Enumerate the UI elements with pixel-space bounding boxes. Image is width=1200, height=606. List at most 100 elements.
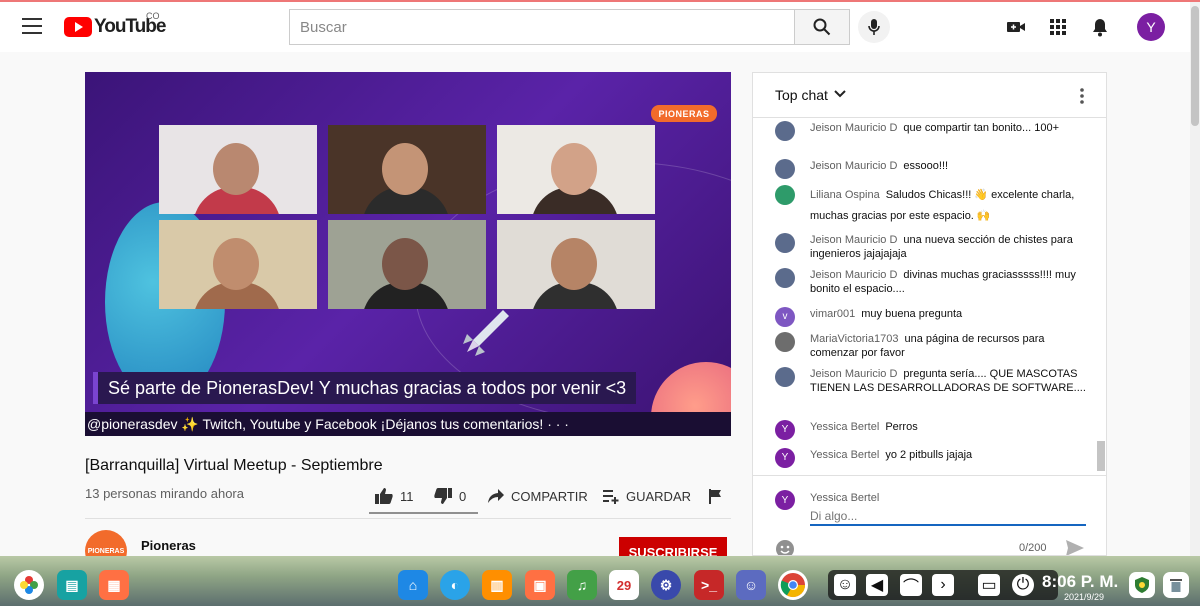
chat-message: Jeison Mauricio D que compartir tan bonit… bbox=[775, 121, 1095, 141]
user-avatar bbox=[775, 233, 795, 253]
chat-text: Perros bbox=[885, 421, 918, 433]
subscribe-button[interactable]: SUSCRIBIRSE bbox=[619, 537, 727, 557]
chat-author[interactable]: Yessica Bertel bbox=[810, 421, 879, 433]
chat-message: Jeison Mauricio Duna nueva sección de ch… bbox=[775, 233, 1095, 261]
search-icon bbox=[813, 18, 831, 36]
chat-author[interactable]: vimar001 bbox=[810, 308, 855, 320]
discord-icon[interactable]: ☺ bbox=[736, 570, 766, 600]
user-avatar bbox=[775, 268, 795, 288]
launcher-icon[interactable] bbox=[14, 570, 44, 600]
report-button[interactable] bbox=[707, 484, 723, 508]
send-icon[interactable] bbox=[1065, 539, 1085, 556]
chat-messages: Jeison Mauricio D que compartir tan bonit… bbox=[753, 119, 1106, 475]
rocket-icon bbox=[463, 310, 509, 356]
like-button[interactable]: 11 bbox=[374, 484, 414, 508]
wifi-icon[interactable]: ⌒ bbox=[900, 574, 922, 596]
shield-badge-icon[interactable] bbox=[1129, 572, 1155, 598]
search-input[interactable]: Buscar bbox=[289, 9, 795, 45]
chat-author[interactable]: Jeison Mauricio D bbox=[810, 160, 897, 172]
emoji-icon[interactable] bbox=[775, 539, 795, 556]
chrome-icon[interactable] bbox=[778, 570, 808, 600]
chrome-logo-icon bbox=[780, 573, 805, 598]
chat-message: Jeison Mauricio Dpregunta sería.... QUE … bbox=[775, 367, 1095, 395]
clock-time: 8:06 P. M. bbox=[1042, 572, 1119, 591]
chat-author[interactable]: MariaVictoria1703 bbox=[810, 333, 898, 345]
create-video-button[interactable] bbox=[1005, 16, 1027, 38]
calendar-icon[interactable]: 29 bbox=[609, 570, 639, 600]
chat-message: Jeison Mauricio Ddivinas muchas graciass… bbox=[775, 268, 1095, 296]
user-avatar bbox=[775, 367, 795, 387]
chat-author[interactable]: Jeison Mauricio D bbox=[810, 122, 897, 134]
chat-message-input[interactable] bbox=[810, 508, 1086, 526]
video-banner-text: Sé parte de PionerasDev! Y muchas gracia… bbox=[93, 372, 637, 404]
participant-tile bbox=[497, 125, 655, 214]
apps-grid-icon bbox=[1050, 19, 1066, 35]
multitask-view-icon[interactable]: ▤ bbox=[57, 570, 87, 600]
share-button[interactable]: COMPARTIR bbox=[487, 484, 588, 508]
system-tray: ☺ ◀ ⌒ › ▭ ⏻ bbox=[828, 570, 1058, 600]
power-icon[interactable]: ⏻ bbox=[1012, 574, 1034, 596]
bell-icon bbox=[1093, 19, 1107, 37]
app-store-grid-icon[interactable]: ▦ bbox=[99, 570, 129, 600]
youtube-logo[interactable]: YouTube CO bbox=[64, 11, 166, 38]
video-camera-icon bbox=[1007, 22, 1025, 32]
hamburger-menu-icon[interactable] bbox=[22, 18, 42, 34]
image-viewer-icon[interactable]: ▣ bbox=[525, 570, 555, 600]
chat-text: muy buena pregunta bbox=[861, 308, 963, 320]
live-chat-panel: Top chat Jeison Mauricio D que compartir … bbox=[752, 72, 1107, 556]
participant-tile bbox=[159, 125, 317, 214]
masthead: YouTube CO Buscar Y bbox=[0, 2, 1190, 52]
voice-search-button[interactable] bbox=[858, 11, 890, 43]
playlist-add-icon bbox=[603, 490, 619, 504]
settings-gear-icon[interactable]: ⚙ bbox=[651, 570, 681, 600]
chat-author[interactable]: Yessica Bertel bbox=[810, 449, 879, 461]
user-avatar bbox=[775, 121, 795, 141]
terminal-icon[interactable]: >_ bbox=[694, 570, 724, 600]
microphone-icon bbox=[868, 19, 880, 35]
chat-author[interactable]: Jeison Mauricio D bbox=[810, 368, 897, 380]
volume-icon[interactable]: ◀ bbox=[866, 574, 888, 596]
save-button[interactable]: GUARDAR bbox=[602, 484, 691, 508]
pioneras-badge: PIONERAS bbox=[651, 105, 717, 122]
tray-discord-icon[interactable]: ☺ bbox=[834, 574, 856, 596]
page-scrollbar-thumb[interactable] bbox=[1191, 6, 1199, 126]
flag-icon bbox=[709, 489, 721, 504]
more-options-icon[interactable] bbox=[1079, 87, 1085, 105]
user-avatar bbox=[775, 332, 795, 352]
music-icon[interactable]: ♫ bbox=[567, 570, 597, 600]
chevron-down-icon[interactable] bbox=[834, 89, 846, 99]
thumbs-down-icon bbox=[434, 488, 452, 504]
chat-header: Top chat bbox=[753, 73, 1106, 118]
country-code: CO bbox=[146, 11, 160, 21]
tray-expand-icon[interactable]: › bbox=[932, 574, 954, 596]
chat-author[interactable]: Jeison Mauricio D bbox=[810, 234, 897, 246]
user-avatar bbox=[775, 159, 795, 179]
search-button[interactable] bbox=[794, 9, 850, 45]
clock-date: 2021/9/29 bbox=[1064, 592, 1105, 602]
keyboard-icon[interactable]: ▭ bbox=[978, 574, 1000, 596]
video-player[interactable]: PIONERAS Sé parte de PionerasDev! Y much… bbox=[85, 72, 731, 436]
chat-mode-title[interactable]: Top chat bbox=[775, 87, 828, 103]
notifications-button[interactable] bbox=[1089, 16, 1111, 38]
dislike-button[interactable]: 0 bbox=[433, 484, 466, 508]
trash-icon bbox=[1170, 579, 1182, 592]
chat-author[interactable]: Liliana Ospina bbox=[810, 189, 880, 201]
input-user-avatar: Y bbox=[775, 490, 795, 510]
share-label: COMPARTIR bbox=[511, 488, 588, 504]
channel-name[interactable]: Pioneras bbox=[141, 538, 196, 553]
apps-button[interactable] bbox=[1047, 16, 1069, 38]
chat-author[interactable]: Jeison Mauricio D bbox=[810, 269, 897, 281]
store-bag-icon[interactable]: ▥ bbox=[482, 570, 512, 600]
file-manager-icon[interactable]: ⌂ bbox=[398, 570, 428, 600]
like-count: 11 bbox=[400, 488, 414, 504]
chat-scrollbar-thumb[interactable] bbox=[1097, 441, 1105, 471]
page-scrollbar[interactable] bbox=[1190, 2, 1200, 556]
browser-icon[interactable]: ◐ bbox=[440, 570, 470, 600]
shield-icon bbox=[1135, 577, 1149, 593]
chat-input-area: Y Yessica Bertel 0/200 bbox=[753, 475, 1106, 556]
account-avatar[interactable]: Y bbox=[1137, 13, 1165, 41]
recycle-bin-icon[interactable] bbox=[1163, 572, 1189, 598]
chat-scrollbar[interactable] bbox=[1095, 119, 1106, 475]
participant-tile bbox=[159, 220, 317, 309]
sentiment-bar bbox=[369, 512, 478, 514]
